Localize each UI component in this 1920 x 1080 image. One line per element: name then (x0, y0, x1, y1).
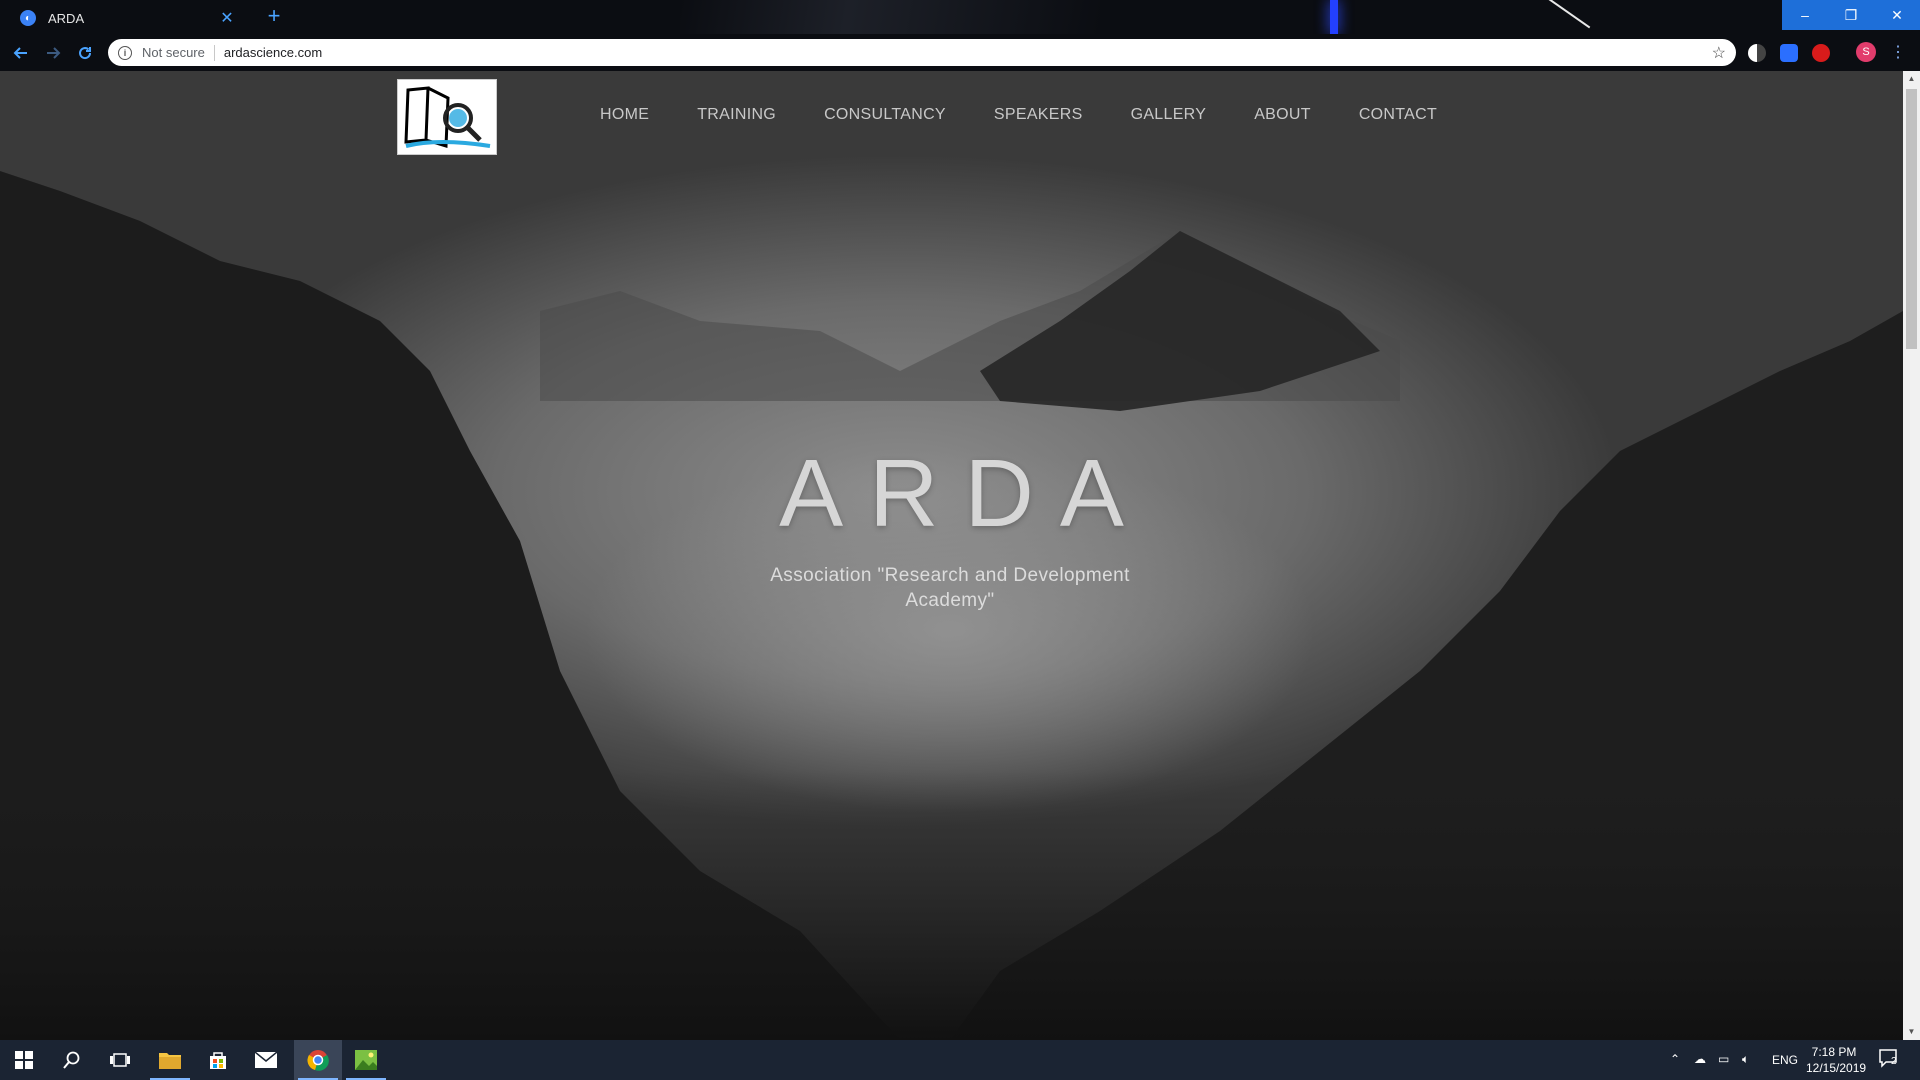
hero-title: ARDA (779, 440, 1150, 547)
desktop-screen: ◐ ARDA ✕ + – ❐ ✕ i Not secure ardascienc… (0, 0, 1920, 1080)
back-arrow-icon[interactable] (8, 40, 34, 66)
nav-consultancy[interactable]: CONSULTANCY (824, 106, 946, 124)
nav-about[interactable]: ABOUT (1254, 106, 1311, 124)
clock-date: 12/15/2019 (1806, 1061, 1867, 1075)
security-label: Not secure (142, 45, 205, 60)
clock-time: 7:18 PM (1811, 1045, 1857, 1059)
info-icon[interactable]: i (118, 45, 132, 60)
extension-icon[interactable] (1780, 44, 1798, 62)
show-hidden-icons-chevron-icon[interactable]: ⌃ (1670, 1052, 1680, 1066)
book-magnifier-logo-icon (404, 86, 491, 148)
action-center-icon[interactable]: 2 (1878, 1048, 1904, 1072)
network-icon[interactable]: ▭ (1718, 1052, 1729, 1066)
kebab-menu-icon[interactable]: ⋮ (1890, 42, 1906, 62)
photos-app-icon[interactable] (342, 1040, 390, 1080)
hero-subtitle: Association "Research and Development Ac… (770, 565, 1130, 611)
file-explorer-icon[interactable] (146, 1040, 194, 1080)
web-page: HOME TRAINING CONSULTANCY SPEAKERS GALLE… (0, 71, 1903, 1040)
nav-speakers[interactable]: SPEAKERS (994, 106, 1083, 124)
nav-contact[interactable]: CONTACT (1359, 106, 1437, 124)
task-view-icon[interactable] (96, 1040, 144, 1080)
restore-button[interactable]: ❐ (1828, 0, 1874, 30)
scrollbar-thumb[interactable] (1906, 89, 1917, 349)
adblock-extension-icon[interactable] (1812, 44, 1830, 62)
wallpaper-decoration (680, 0, 1100, 34)
scroll-up-arrow-icon[interactable]: ▲ (1903, 71, 1920, 87)
new-tab-button[interactable]: + (262, 4, 286, 28)
close-tab-icon[interactable]: ✕ (218, 8, 236, 28)
onedrive-cloud-icon[interactable]: ☁ (1694, 1052, 1706, 1066)
url-text[interactable]: ardascience.com (224, 45, 1712, 60)
forward-arrow-icon[interactable] (40, 40, 66, 66)
nav-home[interactable]: HOME (600, 106, 649, 124)
dark-mode-extension-icon[interactable] (1748, 44, 1766, 62)
search-icon[interactable] (48, 1040, 96, 1080)
windows-taskbar: ⌃ ☁ ▭ 🔈︎ ENG 7:18 PM 12/15/2019 2 (0, 1040, 1920, 1080)
page-scrollbar[interactable]: ▲ ▼ (1903, 71, 1920, 1040)
notification-count-badge: 2 (1891, 1056, 1897, 1067)
scroll-down-arrow-icon[interactable]: ▼ (1903, 1024, 1920, 1040)
close-window-button[interactable]: ✕ (1874, 0, 1920, 30)
browser-tab-strip: ◐ ARDA ✕ + – ❐ ✕ (0, 0, 1920, 34)
site-logo[interactable] (397, 79, 497, 155)
volume-icon[interactable]: 🔈︎ (1742, 1052, 1749, 1067)
minimize-button[interactable]: – (1782, 0, 1828, 30)
site-navigation: HOME TRAINING CONSULTANCY SPEAKERS GALLE… (600, 106, 1485, 124)
star-icon[interactable]: ☆ (1712, 43, 1726, 63)
system-clock[interactable]: 7:18 PM 12/15/2019 (1806, 1044, 1867, 1076)
address-bar[interactable]: i Not secure ardascience.com ☆ (108, 39, 1736, 66)
globe-icon: ◐ (20, 10, 36, 26)
store-icon[interactable] (194, 1040, 242, 1080)
mail-icon[interactable] (242, 1040, 290, 1080)
profile-avatar[interactable]: S (1856, 42, 1876, 62)
chrome-icon[interactable] (294, 1040, 342, 1080)
tab-title: ARDA (48, 10, 85, 26)
browser-toolbar: i Not secure ardascience.com ☆ S ⋮ (0, 34, 1920, 71)
nav-gallery[interactable]: GALLERY (1131, 106, 1207, 124)
wallpaper-decoration (1540, 0, 1591, 29)
input-language-indicator[interactable]: ENG (1772, 1053, 1798, 1067)
hero-background-landscape (0, 171, 1903, 1040)
browser-tab-active[interactable]: ◐ ARDA ✕ (8, 2, 248, 34)
reload-icon[interactable] (72, 40, 98, 66)
windows-start-icon[interactable] (0, 1040, 48, 1080)
nav-training[interactable]: TRAINING (697, 106, 776, 124)
wallpaper-decoration (1330, 0, 1338, 34)
divider (213, 44, 215, 61)
